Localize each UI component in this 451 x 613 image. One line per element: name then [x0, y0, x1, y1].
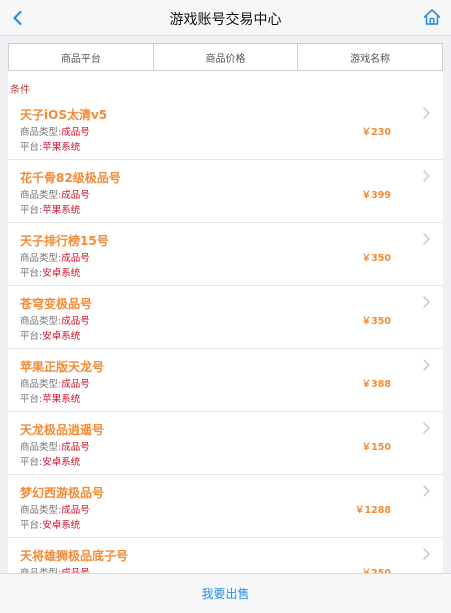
filter-tab-game-name[interactable]: 游戏名称	[298, 44, 442, 70]
item-platform-line: 平台:安卓系统	[20, 328, 80, 342]
item-type: 成品号	[61, 190, 90, 201]
item-platform: 安卓系统	[42, 457, 81, 468]
item-platform-line: 平台:苹果系统	[20, 202, 80, 216]
item-price: ￥150	[361, 442, 391, 453]
list-item[interactable]: 花千骨82级极品号 商品类型:成品号 平台:苹果系统 ￥399	[8, 160, 443, 223]
type-label: 商品类型:	[20, 379, 62, 390]
item-price: ￥230	[361, 127, 391, 138]
item-platform-line: 平台:安卓系统	[20, 454, 80, 468]
chevron-right-icon	[423, 107, 430, 119]
item-type-line: 商品类型:成品号	[20, 439, 90, 453]
item-platform: 安卓系统	[42, 331, 81, 342]
item-platform-line: 平台:苹果系统	[20, 139, 80, 153]
list-item[interactable]: 梦幻西游极品号 商品类型:成品号 平台:安卓系统 ￥1288	[8, 475, 443, 538]
chevron-right-icon	[423, 170, 430, 182]
type-label: 商品类型:	[20, 253, 62, 264]
item-platform: 苹果系统	[42, 142, 81, 153]
chevron-right-icon	[423, 233, 430, 245]
item-platform: 苹果系统	[42, 205, 81, 216]
chevron-right-icon	[423, 296, 430, 308]
item-platform-line: 平台:安卓系统	[20, 265, 80, 279]
chevron-right-icon	[423, 485, 430, 497]
chevron-right-icon	[423, 422, 430, 434]
type-label: 商品类型:	[20, 505, 62, 516]
item-platform: 苹果系统	[42, 394, 81, 405]
platform-label: 平台:	[20, 268, 43, 279]
page-title: 游戏账号交易中心	[169, 12, 282, 28]
filter-bar: 商品平台 商品价格 游戏名称	[8, 43, 443, 71]
platform-label: 平台:	[20, 457, 43, 468]
item-type: 成品号	[61, 505, 90, 516]
item-type: 成品号	[61, 127, 90, 138]
item-type-line: 商品类型:成品号	[20, 502, 90, 516]
item-price: ￥350	[361, 253, 391, 264]
item-platform-line: 平台:安卓系统	[20, 517, 80, 531]
item-title: 天将雄狮极品底子号	[20, 549, 129, 563]
item-type: 成品号	[61, 253, 90, 264]
chevron-right-icon	[423, 548, 430, 560]
item-price: ￥388	[361, 379, 391, 390]
list-item[interactable]: 苹果正版天龙号 商品类型:成品号 平台:苹果系统 ￥388	[8, 349, 443, 412]
item-title: 天子iOS太清v5	[20, 108, 108, 122]
type-label: 商品类型:	[20, 127, 62, 138]
item-platform: 安卓系统	[42, 268, 81, 279]
item-type-line: 商品类型:成品号	[20, 313, 90, 327]
item-title: 天龙极品逍遥号	[20, 423, 105, 437]
item-type: 成品号	[61, 316, 90, 327]
item-title: 花千骨82级极品号	[20, 171, 121, 185]
condition-label: 条件	[10, 85, 30, 96]
sell-button[interactable]: 我要出售	[201, 585, 249, 602]
listing-panel: 条件 天子iOS太清v5 商品类型:成品号 平台:苹果系统 ￥230 花千骨82…	[8, 71, 443, 573]
list-item[interactable]: 苍穹变极品号 商品类型:成品号 平台:安卓系统 ￥350	[8, 286, 443, 349]
item-type-line: 商品类型:成品号	[20, 565, 90, 573]
item-title: 梦幻西游极品号	[20, 486, 105, 500]
item-type: 成品号	[61, 379, 90, 390]
list-item[interactable]: 天子iOS太清v5 商品类型:成品号 平台:苹果系统 ￥230	[8, 97, 443, 160]
bottom-bar: 我要出售	[0, 573, 451, 613]
item-platform: 安卓系统	[42, 520, 81, 531]
item-title: 天子排行榜15号	[20, 234, 109, 248]
platform-label: 平台:	[20, 394, 43, 405]
item-platform-line: 平台:苹果系统	[20, 391, 80, 405]
item-type-line: 商品类型:成品号	[20, 250, 90, 264]
platform-label: 平台:	[20, 205, 43, 216]
list-item[interactable]: 天将雄狮极品底子号 商品类型:成品号 平台: ￥250	[8, 538, 443, 573]
item-type-line: 商品类型:成品号	[20, 376, 90, 390]
platform-label: 平台:	[20, 520, 43, 531]
chevron-right-icon	[423, 359, 430, 371]
platform-label: 平台:	[20, 331, 43, 342]
item-type: 成品号	[61, 442, 90, 453]
type-label: 商品类型:	[20, 442, 62, 453]
item-price: ￥1288	[355, 505, 391, 516]
item-type-line: 商品类型:成品号	[20, 187, 90, 201]
item-price: ￥399	[361, 190, 391, 201]
top-nav-bar: 游戏账号交易中心	[0, 0, 451, 36]
home-icon[interactable]	[422, 7, 442, 27]
list-item[interactable]: 天子排行榜15号 商品类型:成品号 平台:安卓系统 ￥350	[8, 223, 443, 286]
platform-label: 平台:	[20, 142, 43, 153]
type-label: 商品类型:	[20, 316, 62, 327]
filter-tab-price[interactable]: 商品价格	[154, 44, 299, 70]
listing-list: 天子iOS太清v5 商品类型:成品号 平台:苹果系统 ￥230 花千骨82级极品…	[8, 97, 443, 573]
type-label: 商品类型:	[20, 190, 62, 201]
item-title: 苍穹变极品号	[20, 297, 93, 311]
item-type-line: 商品类型:成品号	[20, 124, 90, 138]
item-title: 苹果正版天龙号	[20, 360, 105, 374]
item-price: ￥350	[361, 316, 391, 327]
filter-tab-platform[interactable]: 商品平台	[9, 44, 154, 70]
item-price: ￥250	[362, 565, 391, 573]
list-item[interactable]: 天龙极品逍遥号 商品类型:成品号 平台:安卓系统 ￥150	[8, 412, 443, 475]
